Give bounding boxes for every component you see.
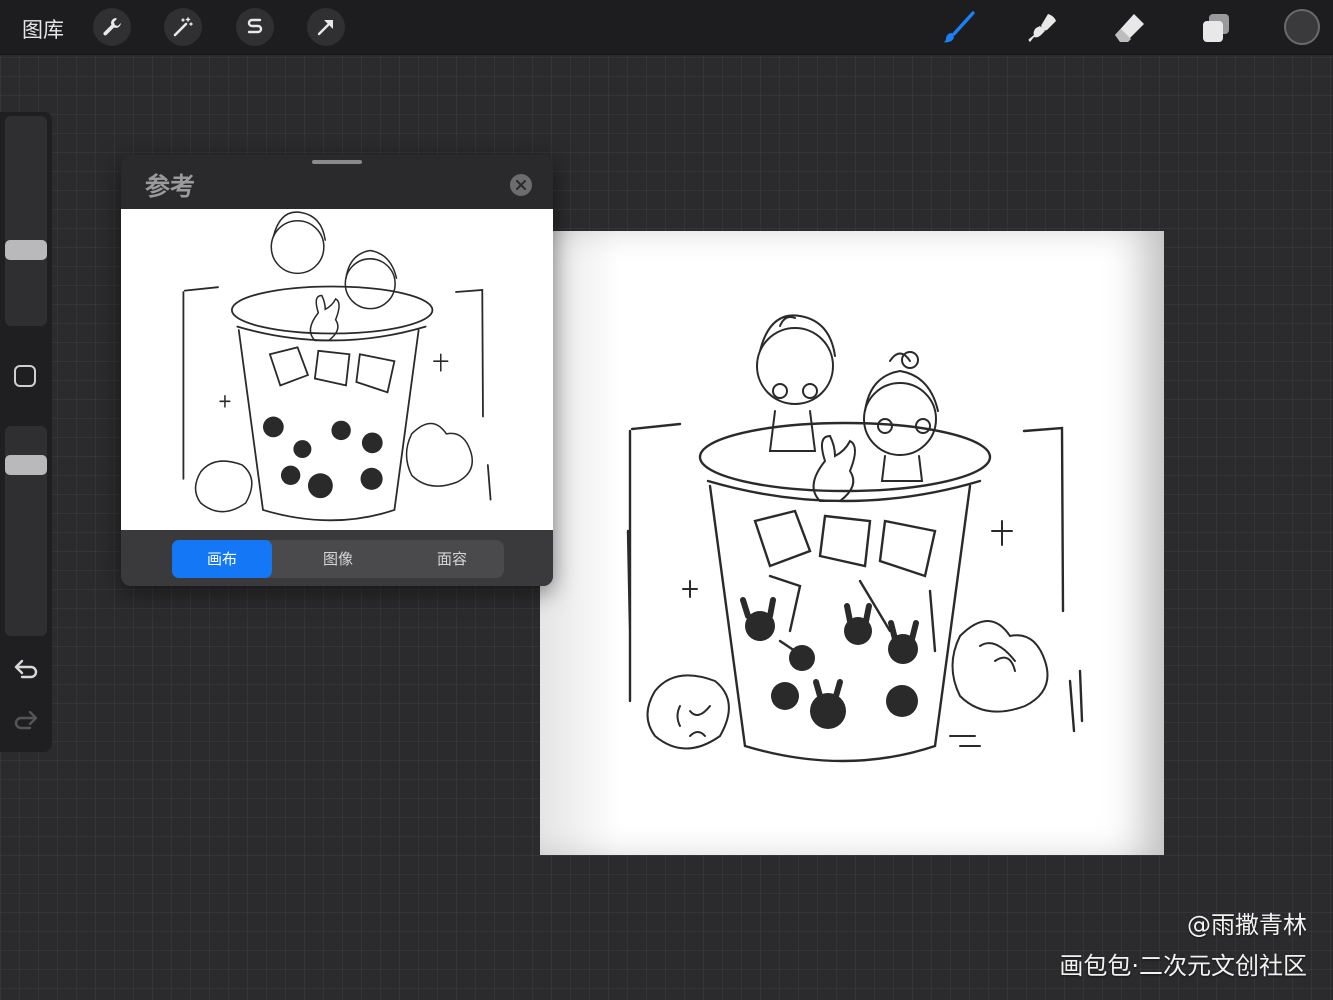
transform-arrow-icon — [315, 16, 337, 38]
close-icon — [516, 180, 526, 190]
tab-face[interactable]: 面容 — [402, 540, 502, 578]
reference-footer: 画布 图像 面容 — [121, 530, 553, 586]
layers-icon — [1199, 11, 1233, 45]
reference-title: 参考 — [145, 172, 196, 201]
gallery-button[interactable]: 图库 — [22, 14, 64, 44]
tab-image[interactable]: 图像 — [288, 540, 388, 578]
magic-wand-icon — [172, 16, 194, 38]
modify-button[interactable] — [14, 365, 36, 387]
reference-close-button[interactable] — [510, 174, 532, 196]
opacity-thumb[interactable] — [5, 455, 47, 475]
selection-button[interactable] — [236, 8, 274, 46]
watermark-site: 画包包·二次元文创社区 — [1059, 952, 1307, 980]
reference-header: 参考 — [121, 155, 553, 209]
reference-mode-segmented: 画布 图像 面容 — [172, 540, 504, 578]
reference-sketch-thumbnail — [182, 211, 492, 522]
eraser-icon — [1112, 10, 1148, 46]
drawing-canvas[interactable] — [540, 231, 1164, 855]
watermark-author: @雨撒青林 — [1187, 911, 1307, 939]
brush-size-thumb[interactable] — [5, 240, 47, 260]
tab-canvas[interactable]: 画布 — [172, 540, 272, 578]
reference-window[interactable]: 参考 画布 图像 面容 — [121, 155, 553, 586]
layers-button[interactable] — [1196, 8, 1236, 48]
redo-icon[interactable] — [12, 708, 40, 732]
smudge-icon — [1026, 11, 1060, 45]
left-sidebar — [0, 112, 52, 752]
transform-button[interactable] — [307, 8, 345, 46]
bubble-tea-sketch — [626, 314, 1084, 763]
selection-s-icon — [244, 16, 266, 38]
brush-icon — [940, 10, 976, 46]
brush-size-slider[interactable] — [5, 116, 47, 326]
smudge-tool-button[interactable] — [1023, 8, 1063, 48]
top-toolbar: 图库 — [0, 0, 1333, 55]
eraser-tool-button[interactable] — [1110, 8, 1150, 48]
adjustments-button[interactable] — [164, 8, 202, 46]
paint-tool-button[interactable] — [938, 8, 978, 48]
reference-drag-handle[interactable] — [312, 160, 362, 164]
undo-icon[interactable] — [12, 657, 40, 681]
reference-preview — [121, 209, 553, 530]
color-picker-button[interactable] — [1284, 9, 1320, 45]
wrench-icon — [101, 16, 123, 38]
actions-button[interactable] — [93, 8, 131, 46]
